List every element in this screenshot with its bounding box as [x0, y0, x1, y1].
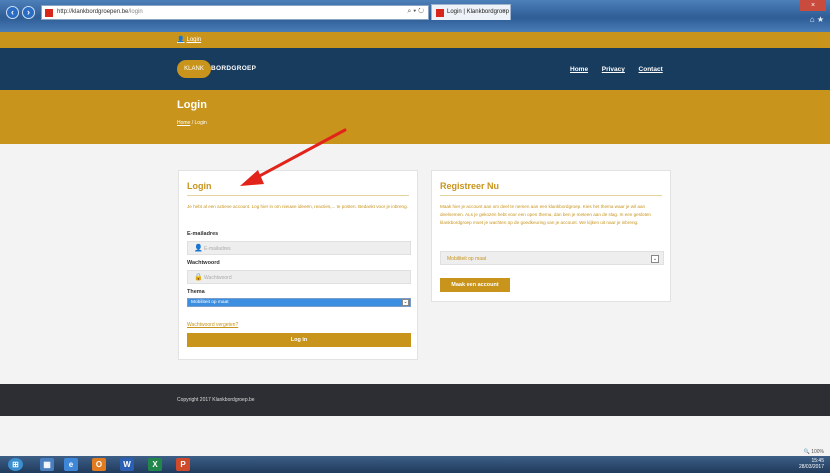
- user-icon: 👤: [177, 37, 185, 43]
- lock-icon: 🔒: [194, 274, 203, 281]
- page-title: Login: [177, 99, 207, 111]
- clock-date: 28/03/2017: [798, 464, 824, 470]
- breadcrumb-current: Login: [194, 120, 207, 126]
- login-card-title: Login: [187, 181, 212, 191]
- theme-label: Thema: [187, 289, 205, 295]
- create-account-button[interactable]: Maak een account: [440, 278, 510, 292]
- theme-select[interactable]: Mobiliteit op maat ⌄: [187, 298, 411, 307]
- address-url: http://klankbordgroepen.be/login: [57, 9, 143, 15]
- browser-tab-login[interactable]: Login | Klankbordgroep ×: [431, 4, 511, 20]
- email-placeholder: E-mailadres: [204, 246, 231, 252]
- window-close-button[interactable]: ×: [800, 0, 826, 11]
- address-bar[interactable]: http://klankbordgroepen.be/login ⌕ ▾ ↻: [41, 5, 429, 20]
- site-footer: Copyright 2017 Klankbordgroep.be: [0, 384, 830, 416]
- chevron-down-icon[interactable]: ⌄: [651, 255, 659, 263]
- page-bottom-area: [0, 416, 830, 456]
- tab-title: Login | Klankbordgroep: [447, 9, 509, 15]
- site-favicon-icon: [45, 9, 53, 17]
- breadcrumb-separator: /: [191, 120, 194, 126]
- password-label: Wachtwoord: [187, 260, 220, 266]
- divider: [187, 195, 409, 196]
- theme-selected-value: Mobiliteit op maat: [191, 300, 229, 305]
- system-clock[interactable]: 15:45 28/03/2017: [799, 458, 824, 470]
- browser-toolbar: ‹ › http://klankbordgroepen.be/login ⌕ ▾…: [0, 0, 830, 32]
- login-card: Login Je hebt al een actieve account. Lo…: [178, 170, 418, 360]
- top-login-link[interactable]: 👤 Login: [177, 36, 201, 43]
- register-theme-value: Mobiliteit op maat: [447, 256, 487, 262]
- browser-home-favorites-icons[interactable]: ⌂ ★: [810, 15, 824, 24]
- excel-icon[interactable]: X: [148, 458, 162, 471]
- login-button[interactable]: Log in: [187, 333, 411, 347]
- password-placeholder: Wachtwoord: [204, 275, 232, 281]
- main-nav: Home Privacy Contact: [570, 66, 675, 73]
- email-label: E-mailadres: [187, 231, 219, 237]
- copyright-text: Copyright 2017 Klankbordgroep.be: [177, 397, 255, 403]
- tab-close-icon[interactable]: ×: [502, 8, 506, 15]
- outlook-icon[interactable]: O: [92, 458, 106, 471]
- user-icon: 👤: [194, 245, 203, 252]
- forgot-password-link[interactable]: Wachtwoord vergeten?: [187, 322, 238, 328]
- divider: [440, 195, 662, 196]
- register-card: Registreer Nu Maak hier je account aan o…: [431, 170, 671, 302]
- top-login-bar: 👤 Login: [0, 32, 830, 48]
- forward-button[interactable]: ›: [22, 6, 35, 19]
- breadcrumb-home[interactable]: Home: [177, 120, 190, 126]
- nav-privacy[interactable]: Privacy: [602, 66, 625, 73]
- internet-explorer-icon[interactable]: e: [64, 458, 78, 471]
- email-field[interactable]: 👤 E-mailadres: [187, 241, 411, 255]
- powerpoint-icon[interactable]: P: [176, 458, 190, 471]
- page-title-banner: Login Home / Login: [0, 90, 830, 144]
- register-description: Maak hier je account aan om deel te neme…: [440, 204, 651, 225]
- back-button[interactable]: ‹: [6, 6, 19, 19]
- file-explorer-icon[interactable]: ▦: [40, 458, 54, 471]
- nav-contact[interactable]: Contact: [639, 66, 663, 73]
- main-content: Login Je hebt al een actieve account. Lo…: [0, 144, 830, 384]
- site-header: KLANK BORDGROEP Home Privacy Contact: [0, 48, 830, 90]
- os-taskbar: ⊞ ▦ e O W X P 15:45 28/03/2017: [0, 456, 830, 473]
- tab-favicon-icon: [436, 9, 444, 17]
- logo-wordmark: BORDGROEP: [211, 65, 257, 72]
- login-description: Je hebt al een actieve account. Log hier…: [187, 204, 408, 209]
- start-button-icon[interactable]: ⊞: [8, 458, 23, 471]
- register-card-title: Registreer Nu: [440, 181, 500, 191]
- zoom-level[interactable]: 🔍 100%: [804, 449, 824, 455]
- word-icon[interactable]: W: [120, 458, 134, 471]
- chevron-down-icon[interactable]: ⌄: [402, 299, 409, 306]
- password-field[interactable]: 🔒 Wachtwoord: [187, 270, 411, 284]
- breadcrumb: Home / Login: [177, 120, 207, 126]
- address-controls[interactable]: ⌕ ▾ ↻: [407, 8, 424, 16]
- nav-home[interactable]: Home: [570, 66, 588, 73]
- register-theme-select[interactable]: Mobiliteit op maat ⌄: [440, 251, 664, 265]
